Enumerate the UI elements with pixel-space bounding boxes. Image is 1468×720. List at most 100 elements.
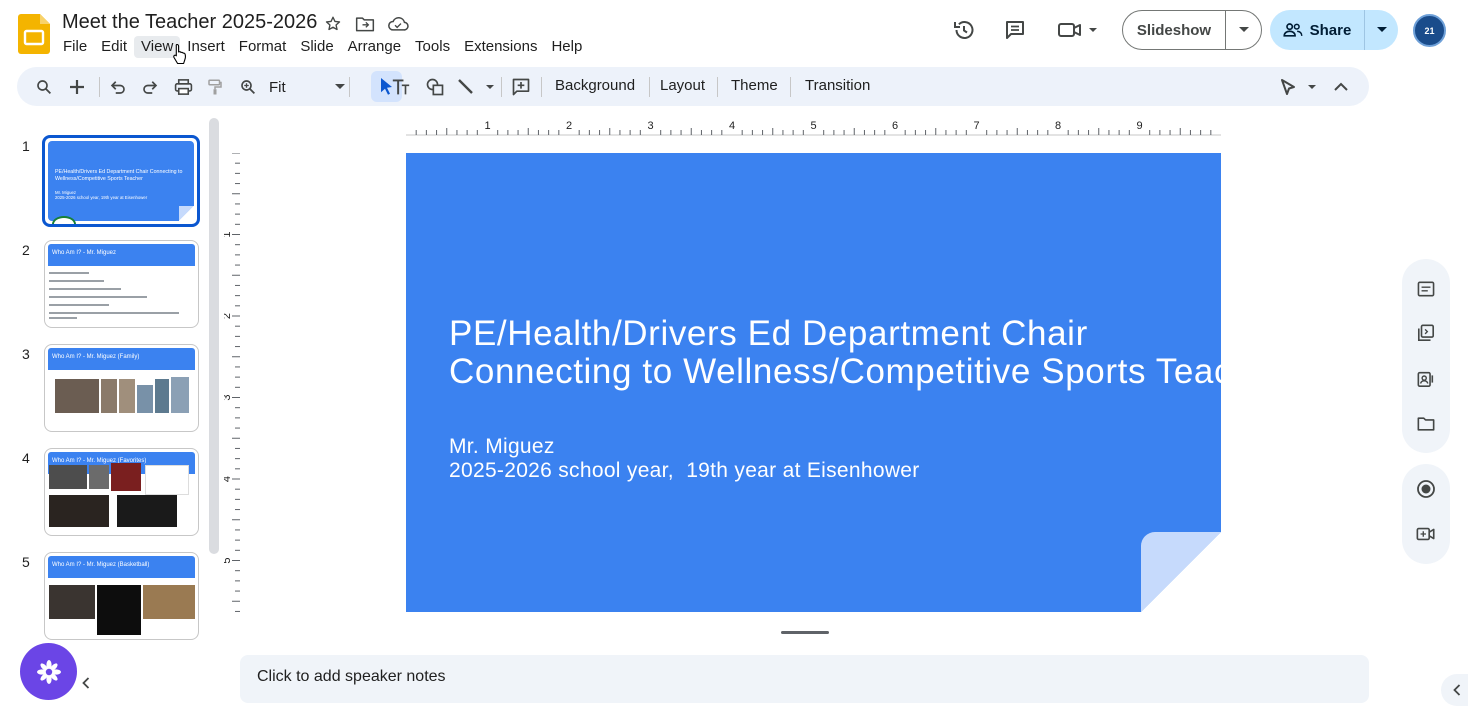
slide-number: 2 <box>22 242 30 258</box>
background-button[interactable]: Background <box>555 77 635 94</box>
ruler-label: 4 <box>729 120 735 132</box>
ruler-label: 9 <box>1136 120 1142 132</box>
menu-arrange[interactable]: Arrange <box>341 36 408 58</box>
current-slide[interactable]: PE/Health/Drivers Ed Department Chair Co… <box>406 153 1221 612</box>
slide-thumbnail-4[interactable]: Who Am I? - Mr. Miguez (Favorites) <box>44 448 199 536</box>
horizontal-ruler[interactable]: 1 2 3 4 5 6 7 8 9 <box>406 118 1221 136</box>
slide-number: 4 <box>22 450 30 466</box>
theme-button[interactable]: Theme <box>731 77 778 94</box>
slide-thumbnail-2[interactable]: Who Am I? - Mr. Miguez <box>44 240 199 328</box>
chevron-down-icon <box>335 84 345 89</box>
share-label: Share <box>1309 21 1352 39</box>
notes-resize-handle[interactable] <box>781 631 829 634</box>
thumb-title: Who Am I? - Mr. Miguez (Basketball) <box>48 556 195 578</box>
paint-format-icon[interactable] <box>203 75 227 99</box>
ruler-label: 6 <box>892 120 898 132</box>
undo-icon[interactable] <box>106 75 130 99</box>
new-slide-plus-icon[interactable] <box>65 75 89 99</box>
thumb-title: Who Am I? - Mr. Miguez (Family) <box>48 348 195 370</box>
version-history-icon[interactable] <box>950 16 978 44</box>
menu-edit[interactable]: Edit <box>94 36 134 58</box>
meet-call-icon[interactable] <box>1056 16 1102 44</box>
people-icon <box>1283 23 1303 37</box>
share-options-dropdown[interactable] <box>1365 10 1398 50</box>
menu-file[interactable]: File <box>56 36 94 58</box>
ruler-label: 4 <box>224 476 233 482</box>
menu-extensions[interactable]: Extensions <box>457 36 544 58</box>
slideshow-button[interactable]: Slideshow <box>1123 11 1226 49</box>
ruler-label: 2 <box>224 313 233 319</box>
menu-tools[interactable]: Tools <box>408 36 457 58</box>
video-call-icon[interactable] <box>1414 522 1438 546</box>
layout-button[interactable]: Layout <box>660 77 705 94</box>
ruler-label: 1 <box>484 120 490 132</box>
slide-title-line-2: Connecting to Wellness/Competitive Sport… <box>449 352 1221 391</box>
toolbar: Fit Background Layout Theme Transition <box>17 67 1369 106</box>
shape-icon[interactable] <box>423 75 447 99</box>
account-avatar[interactable]: 21 <box>1413 14 1446 47</box>
contacts-icon[interactable] <box>1414 367 1438 391</box>
ruler-label: 7 <box>973 120 979 132</box>
filmstrip-scrollbar[interactable] <box>209 118 219 554</box>
sparkle-icon <box>36 659 61 684</box>
copy-icon[interactable] <box>1414 321 1438 345</box>
menu-insert[interactable]: Insert <box>180 36 232 58</box>
ruler-label: 3 <box>647 120 653 132</box>
thumb-title: Who Am I? - Mr. Miguez <box>48 244 195 266</box>
zoom-select[interactable]: Fit <box>269 75 345 99</box>
thumb-title: PE/Health/Drivers Ed Department Chair Co… <box>55 169 183 182</box>
slide-subtitle-line-2: 2025-2026 school year, 19th year at Eise… <box>449 459 920 482</box>
menu-format[interactable]: Format <box>232 36 294 58</box>
ruler-label: 5 <box>810 120 816 132</box>
slide-thumbnail-3[interactable]: Who Am I? - Mr. Miguez (Family) <box>44 344 199 432</box>
transition-button[interactable]: Transition <box>805 77 870 94</box>
thumb-line2: 2025-2026 school year, 19th year at Eise… <box>55 195 148 200</box>
move-folder-icon[interactable] <box>354 13 376 35</box>
zoom-value: Fit <box>269 78 286 96</box>
expand-side-panel-chevron-left-icon[interactable] <box>1441 674 1468 706</box>
slideshow-options-dropdown[interactable] <box>1226 11 1261 49</box>
speaker-notes-placeholder: Click to add speaker notes <box>257 668 446 685</box>
ruler-label: 2 <box>566 120 572 132</box>
corner-fold-decoration <box>1141 532 1221 612</box>
slide-number: 1 <box>22 138 30 154</box>
folder-icon[interactable] <box>1414 412 1438 436</box>
share-button[interactable]: Share <box>1270 10 1365 50</box>
menu-slide[interactable]: Slide <box>293 36 340 58</box>
slide-number: 3 <box>22 346 30 362</box>
slides-logo-icon[interactable] <box>18 14 50 54</box>
comments-icon[interactable] <box>1001 16 1029 44</box>
share-button-group: Share <box>1270 10 1398 50</box>
slide-subtitle-line-1: Mr. Miguez <box>449 435 555 458</box>
edit-mode-dropdown[interactable] <box>1278 75 1320 99</box>
slide-thumbnail-5[interactable]: Who Am I? - Mr. Miguez (Basketball) <box>44 552 199 640</box>
ruler-label: 5 <box>224 557 233 563</box>
slide-thumbnail-1[interactable]: PE/Health/Drivers Ed Department Chair Co… <box>42 135 200 227</box>
cloud-saved-icon[interactable] <box>387 13 409 35</box>
vertical-ruler[interactable]: 1 2 3 4 5 <box>224 153 240 613</box>
slide-subtitle[interactable]: Mr. Miguez 2025-2026 school year, 19th y… <box>449 435 920 483</box>
gemini-assistant-button[interactable] <box>20 643 77 700</box>
speaker-notes[interactable]: Click to add speaker notes <box>240 655 1369 703</box>
slide-title-line-1: PE/Health/Drivers Ed Department Chair <box>449 314 1088 353</box>
document-title[interactable]: Meet the Teacher 2025-2026 <box>62 11 317 34</box>
redo-icon[interactable] <box>138 75 162 99</box>
search-menus-icon[interactable] <box>32 75 56 99</box>
record-icon[interactable] <box>1414 477 1438 501</box>
collapse-toolbar-chevron-up-icon[interactable] <box>1329 75 1353 99</box>
collapse-filmstrip-chevron-left-icon[interactable] <box>78 674 94 692</box>
keep-notes-icon[interactable] <box>1414 277 1438 301</box>
mouse-pointer-hand-icon <box>173 43 186 65</box>
slideshow-button-group: Slideshow <box>1122 10 1262 50</box>
insert-comment-icon[interactable] <box>509 75 533 99</box>
slide-title[interactable]: PE/Health/Drivers Ed Department Chair Co… <box>449 315 1221 391</box>
chevron-down-icon <box>1376 27 1387 32</box>
text-box-icon[interactable] <box>389 75 413 99</box>
zoom-icon[interactable] <box>236 75 260 99</box>
print-icon[interactable] <box>171 75 195 99</box>
line-tool-dropdown[interactable] <box>456 75 498 99</box>
star-icon[interactable] <box>322 13 344 35</box>
menu-help[interactable]: Help <box>544 36 589 58</box>
avatar-label: 21 <box>1424 25 1435 36</box>
ruler-label: 8 <box>1055 120 1061 132</box>
